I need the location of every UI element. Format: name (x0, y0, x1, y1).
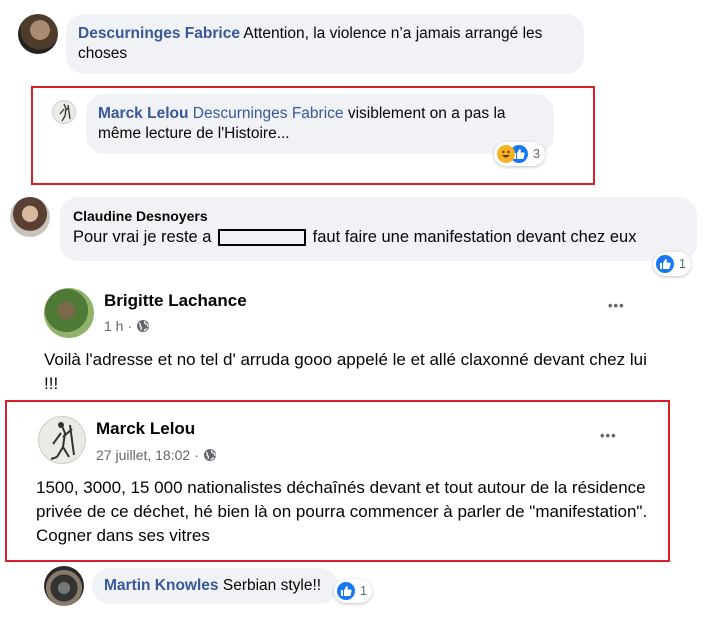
comment-bubble-descurninges: Descurninges Fabrice Attention, la viole… (66, 14, 584, 74)
comment-text-after: faut faire une manifestation devant chez… (312, 228, 637, 246)
avatar-marck-lelou[interactable] (38, 416, 86, 464)
reaction-summary[interactable]: 3 (494, 142, 545, 166)
post-text: 1500, 3000, 15 000 nationalistes déchaîn… (36, 478, 648, 545)
post-time[interactable]: 1 h (104, 318, 123, 334)
post-meta: 1 h · (104, 318, 150, 334)
separator: · (194, 447, 199, 463)
comment-text: Pour vrai je reste a faut faire une mani… (73, 225, 685, 249)
comment-text-before: Pour vrai je reste a (73, 228, 212, 246)
globe-icon (137, 320, 150, 332)
reaction-count: 1 (360, 584, 367, 598)
avatar-claudine[interactable] (10, 197, 50, 237)
comment-text: Serbian style!! (222, 577, 322, 594)
separator: · (127, 318, 133, 334)
avatar-martin[interactable] (44, 566, 84, 606)
like-icon (656, 255, 674, 273)
more-options-icon[interactable]: ••• (600, 428, 617, 443)
reaction-summary[interactable]: 1 (653, 252, 691, 276)
comment-author[interactable]: Marck Lelou (98, 105, 188, 122)
avatar-descurninges[interactable] (18, 14, 58, 54)
comment-author[interactable]: Descurninges Fabrice (78, 25, 240, 42)
post-author[interactable]: Marck Lelou (96, 419, 195, 439)
more-options-icon[interactable]: ••• (608, 298, 625, 313)
comment-bubble-claudine: Claudine Desnoyers Pour vrai je reste a … (60, 197, 697, 261)
comment-bubble-marck: Marck Lelou Descurninges Fabrice visible… (86, 94, 554, 154)
avatar-figure-icon (50, 422, 75, 460)
redacted-box (218, 229, 307, 247)
avatar-brigitte[interactable] (44, 288, 94, 338)
comment-bubble-martin: Martin Knowles Serbian style!! (92, 568, 338, 604)
comment-author[interactable]: Martin Knowles (104, 577, 219, 594)
haha-icon (497, 145, 515, 163)
globe-icon (203, 449, 216, 461)
reaction-summary[interactable]: 1 (334, 579, 372, 603)
mention-tag[interactable]: Descurninges Fabrice (193, 105, 344, 122)
post-author[interactable]: Brigitte Lachance (104, 291, 247, 311)
avatar-figure-icon (59, 103, 71, 122)
reaction-count: 1 (679, 257, 686, 271)
post-time[interactable]: 27 juillet, 18:02 (96, 447, 190, 463)
reaction-count: 3 (533, 147, 540, 161)
post-text: Voilà l'adresse et no tel d' arruda gooo… (44, 350, 647, 393)
comment-author[interactable]: Claudine Desnoyers (73, 208, 685, 225)
avatar-marck-lelou-small[interactable] (52, 100, 76, 124)
post-meta: 27 juillet, 18:02 · (96, 447, 217, 463)
like-icon (337, 582, 355, 600)
